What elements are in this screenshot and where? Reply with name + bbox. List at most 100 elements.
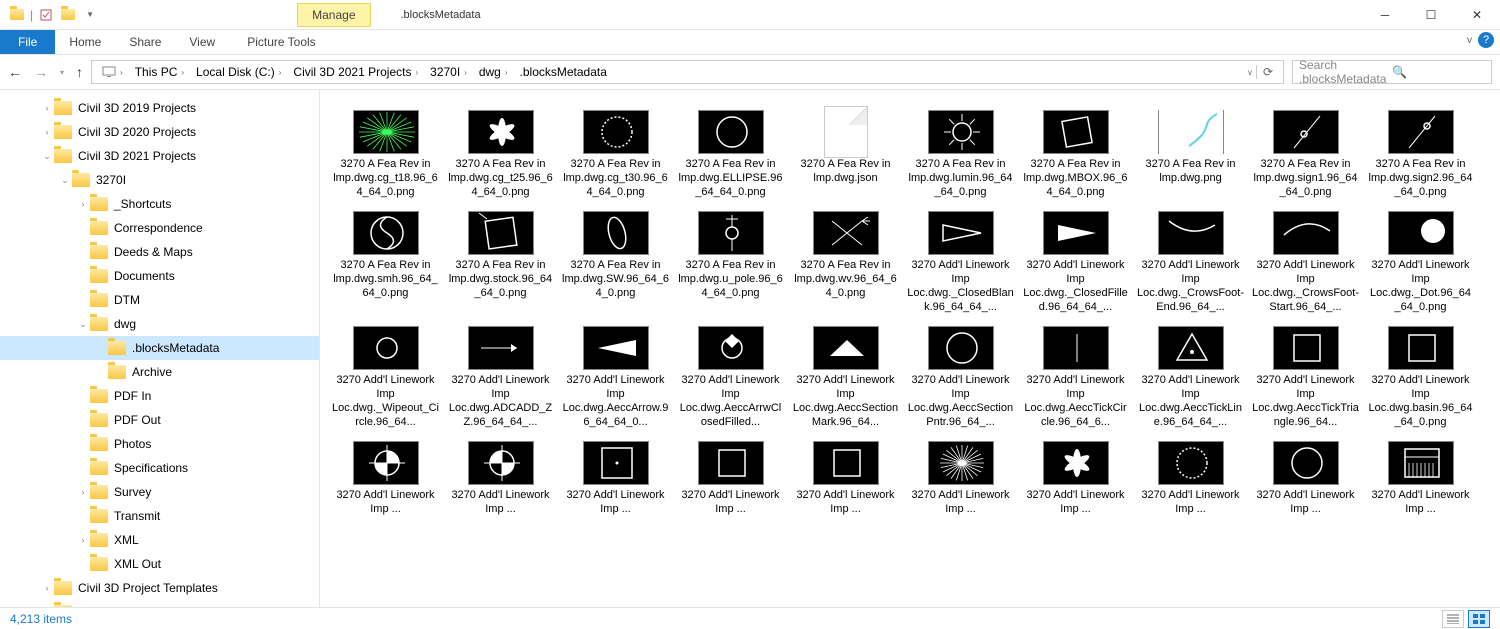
file-item[interactable]: 3270 Add'l Linework Imp Loc.dwg.AeccTick… bbox=[1133, 320, 1248, 435]
file-item[interactable]: 3270 A Fea Rev in lmp.dwg.ELLIPSE.96_64_… bbox=[673, 104, 788, 205]
tree-item[interactable]: Specifications bbox=[0, 456, 319, 480]
file-item[interactable]: 3270 A Fea Rev in lmp.dwg.json bbox=[788, 104, 903, 205]
breadcrumb[interactable]: › This PC› Local Disk (C:)› Civil 3D 202… bbox=[91, 60, 1284, 84]
file-item[interactable]: 3270 A Fea Rev in lmp.dwg.cg_t18.96_64_6… bbox=[328, 104, 443, 205]
forward-button[interactable]: → bbox=[34, 64, 48, 80]
file-item[interactable]: 3270 Add'l Linework Imp Loc.dwg.AeccSect… bbox=[788, 320, 903, 435]
tree-item[interactable]: Correspondence bbox=[0, 216, 319, 240]
bc-disk[interactable]: Local Disk (C:)› bbox=[190, 65, 287, 79]
file-item[interactable]: 3270 A Fea Rev in lmp.dwg.cg_t30.96_64_6… bbox=[558, 104, 673, 205]
file-item[interactable]: 3270 Add'l Linework Imp Loc.dwg._ClosedB… bbox=[903, 205, 1018, 320]
file-item[interactable]: 3270 Add'l Linework Imp Loc.dwg.basin.96… bbox=[1363, 320, 1478, 435]
file-item[interactable]: 3270 Add'l Linework Imp Loc.dwg.AeccArrw… bbox=[673, 320, 788, 435]
breadcrumb-dropdown[interactable]: v bbox=[1244, 68, 1256, 77]
file-item[interactable]: 3270 Add'l Linework Imp ... bbox=[1018, 435, 1133, 523]
back-button[interactable]: ← bbox=[8, 64, 22, 80]
file-item[interactable]: 3270 A Fea Rev in lmp.dwg.wv.96_64_64_0.… bbox=[788, 205, 903, 320]
file-item[interactable]: 3270 Add'l Linework Imp Loc.dwg.AeccTick… bbox=[1248, 320, 1363, 435]
file-item[interactable]: 3270 Add'l Linework Imp Loc.dwg.AeccArro… bbox=[558, 320, 673, 435]
file-item[interactable]: 3270 A Fea Rev in lmp.dwg.sign2.96_64_64… bbox=[1363, 104, 1478, 205]
file-grid[interactable]: 3270 A Fea Rev in lmp.dwg.cg_t18.96_64_6… bbox=[320, 90, 1500, 607]
minimize-button[interactable]: ─ bbox=[1362, 0, 1408, 30]
file-item[interactable]: 3270 Add'l Linework Imp Loc.dwg._Dot.96_… bbox=[1363, 205, 1478, 320]
search-icon[interactable]: 🔍 bbox=[1392, 65, 1485, 79]
search-input[interactable]: Search .blocksMetadata 🔍 bbox=[1292, 60, 1492, 84]
bc-proj[interactable]: Civil 3D 2021 Projects› bbox=[287, 65, 424, 79]
tab-home[interactable]: Home bbox=[55, 30, 115, 54]
tree-item[interactable]: ›_Shortcuts bbox=[0, 192, 319, 216]
bc-thispc[interactable]: This PC› bbox=[129, 65, 190, 79]
help-icon[interactable]: ? bbox=[1478, 32, 1494, 48]
file-item[interactable]: 3270 Add'l Linework Imp ... bbox=[673, 435, 788, 523]
maximize-button[interactable]: ☐ bbox=[1408, 0, 1454, 30]
properties-icon[interactable] bbox=[37, 6, 55, 24]
up-button[interactable]: ↑ bbox=[76, 64, 83, 80]
tree-item[interactable]: PDF In bbox=[0, 384, 319, 408]
new-folder-icon[interactable] bbox=[59, 6, 77, 24]
file-item[interactable]: 3270 Add'l Linework Imp ... bbox=[788, 435, 903, 523]
close-button[interactable]: ✕ bbox=[1454, 0, 1500, 30]
tree-item[interactable]: Documents bbox=[0, 264, 319, 288]
file-item[interactable]: 3270 A Fea Rev in lmp.dwg.lumin.96_64_64… bbox=[903, 104, 1018, 205]
window-title: .blocksMetadata bbox=[391, 9, 491, 21]
file-item[interactable]: 3270 Add'l Linework Imp Loc.dwg._CrowsFo… bbox=[1248, 205, 1363, 320]
file-item[interactable]: 3270 Add'l Linework Imp Loc.dwg._CrowsFo… bbox=[1133, 205, 1248, 320]
file-item[interactable]: 3270 Add'l Linework Imp ... bbox=[558, 435, 673, 523]
file-item[interactable]: 3270 Add'l Linework Imp ... bbox=[1133, 435, 1248, 523]
tree-item[interactable]: XML Out bbox=[0, 552, 319, 576]
file-item[interactable]: 3270 A Fea Rev in lmp.dwg.sign1.96_64_64… bbox=[1248, 104, 1363, 205]
file-item[interactable]: 3270 A Fea Rev in lmp.dwg.MBOX.96_64_64_… bbox=[1018, 104, 1133, 205]
tree-item[interactable]: Archive bbox=[0, 360, 319, 384]
file-item[interactable]: 3270 Add'l Linework Imp Loc.dwg.ADCADD_Z… bbox=[443, 320, 558, 435]
file-item[interactable]: 3270 Add'l Linework Imp Loc.dwg.AeccSect… bbox=[903, 320, 1018, 435]
tab-manage[interactable]: Manage bbox=[297, 3, 370, 27]
folder-icon[interactable] bbox=[8, 6, 26, 24]
tree-item[interactable]: DTM bbox=[0, 288, 319, 312]
tree-item[interactable]: ›DeLorme Docs bbox=[0, 600, 319, 607]
tree-item[interactable]: ›Civil 3D Project Templates bbox=[0, 576, 319, 600]
file-item[interactable]: 3270 A Fea Rev in lmp.dwg.smh.96_64_64_0… bbox=[328, 205, 443, 320]
file-item[interactable]: 3270 Add'l Linework Imp ... bbox=[903, 435, 1018, 523]
tab-view[interactable]: View bbox=[175, 30, 229, 54]
file-item[interactable]: 3270 Add'l Linework Imp Loc.dwg._Wipeout… bbox=[328, 320, 443, 435]
file-item[interactable]: 3270 A Fea Rev in lmp.dwg.png bbox=[1133, 104, 1248, 205]
file-item[interactable]: 3270 Add'l Linework Imp ... bbox=[1363, 435, 1478, 523]
bc-current[interactable]: .blocksMetadata bbox=[514, 65, 613, 79]
file-item[interactable]: 3270 Add'l Linework Imp Loc.dwg.AeccTick… bbox=[1018, 320, 1133, 435]
file-item[interactable]: 3270 A Fea Rev in lmp.dwg.u_pole.96_64_6… bbox=[673, 205, 788, 320]
file-item[interactable]: 3270 A Fea Rev in lmp.dwg.stock.96_64_64… bbox=[443, 205, 558, 320]
qat-dropdown[interactable]: ▼ bbox=[81, 6, 99, 24]
tree-item[interactable]: Deeds & Maps bbox=[0, 240, 319, 264]
thumbnails-view-button[interactable] bbox=[1468, 610, 1490, 628]
bc-3270[interactable]: 3270I› bbox=[424, 65, 473, 79]
file-item[interactable]: 3270 Add'l Linework Imp ... bbox=[1248, 435, 1363, 523]
file-item[interactable]: 3270 A Fea Rev in lmp.dwg.SW.96_64_64_0.… bbox=[558, 205, 673, 320]
ribbon-collapse-icon[interactable]: v bbox=[1467, 35, 1472, 46]
refresh-button[interactable]: ⟳ bbox=[1256, 65, 1279, 79]
pc-icon[interactable]: › bbox=[96, 66, 129, 78]
tab-picture-tools[interactable]: Picture Tools bbox=[233, 30, 329, 54]
tree-item[interactable]: ›Survey bbox=[0, 480, 319, 504]
tree-item[interactable]: .blocksMetadata bbox=[0, 336, 319, 360]
navigation-tree[interactable]: ›Civil 3D 2019 Projects›Civil 3D 2020 Pr… bbox=[0, 90, 320, 607]
recent-dropdown[interactable]: ▾ bbox=[60, 68, 64, 77]
tree-item[interactable]: ›Civil 3D 2019 Projects bbox=[0, 96, 319, 120]
tree-item[interactable]: Photos bbox=[0, 432, 319, 456]
window-controls: ─ ☐ ✕ bbox=[1362, 0, 1500, 30]
tree-item[interactable]: ⌄3270I bbox=[0, 168, 319, 192]
file-item[interactable]: 3270 Add'l Linework Imp ... bbox=[443, 435, 558, 523]
status-bar: 4,213 items bbox=[0, 607, 1500, 629]
tree-item[interactable]: ⌄Civil 3D 2021 Projects bbox=[0, 144, 319, 168]
file-item[interactable]: 3270 A Fea Rev in lmp.dwg.cg_t25.96_64_6… bbox=[443, 104, 558, 205]
tree-item[interactable]: ⌄dwg bbox=[0, 312, 319, 336]
file-item[interactable]: 3270 Add'l Linework Imp ... bbox=[328, 435, 443, 523]
bc-dwg[interactable]: dwg› bbox=[473, 65, 514, 79]
tree-item[interactable]: PDF Out bbox=[0, 408, 319, 432]
tree-item[interactable]: ›Civil 3D 2020 Projects bbox=[0, 120, 319, 144]
file-item[interactable]: 3270 Add'l Linework Imp Loc.dwg._ClosedF… bbox=[1018, 205, 1133, 320]
tree-item[interactable]: ›XML bbox=[0, 528, 319, 552]
tab-share[interactable]: Share bbox=[115, 30, 175, 54]
tree-item[interactable]: Transmit bbox=[0, 504, 319, 528]
tab-file[interactable]: File bbox=[0, 30, 55, 54]
details-view-button[interactable] bbox=[1442, 610, 1464, 628]
